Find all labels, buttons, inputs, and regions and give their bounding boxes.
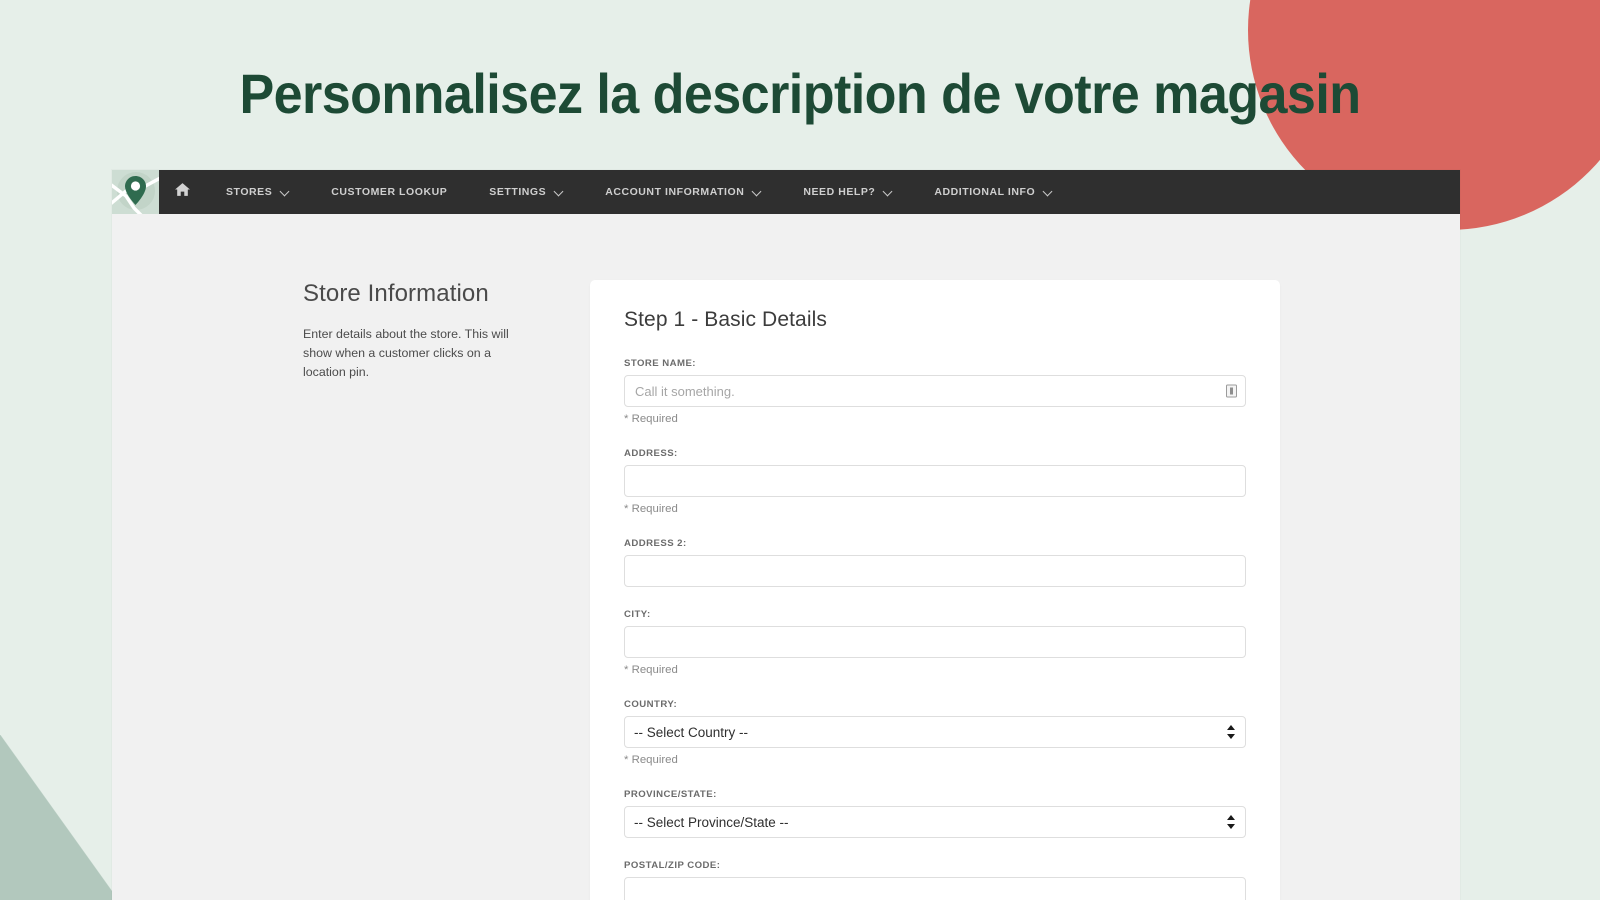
- nav-item-label: ADDITIONAL INFO: [934, 186, 1036, 198]
- field-label-postal-zip-code: POSTAL/ZIP CODE:: [624, 860, 721, 871]
- nav-home-button[interactable]: [159, 170, 205, 214]
- required-note-country: * Required: [624, 754, 678, 766]
- field-label-address-2: ADDRESS 2:: [624, 538, 687, 549]
- required-note-store-name: * Required: [624, 413, 678, 425]
- nav-item-customer-lookup[interactable]: CUSTOMER LOOKUP: [310, 170, 468, 214]
- nav-item-stores[interactable]: STORES: [205, 170, 310, 214]
- required-note-city: * Required: [624, 664, 678, 676]
- field-label-country: COUNTRY:: [624, 699, 678, 710]
- field-address-2: ADDRESS 2:: [624, 538, 1246, 587]
- nav-item-need-help[interactable]: NEED HELP?: [782, 170, 913, 214]
- field-address: ADDRESS: * Required: [624, 448, 1246, 516]
- store-name-input[interactable]: [624, 375, 1246, 407]
- nav-item-label: CUSTOMER LOOKUP: [331, 186, 448, 198]
- address-2-input[interactable]: [624, 555, 1246, 587]
- home-icon: [174, 181, 191, 203]
- page-title: Personnalisez la description de votre ma…: [239, 62, 1361, 125]
- sidebar-title: Store Information: [303, 280, 489, 307]
- decorative-triangle-bottom-left: [0, 735, 118, 900]
- nav-items: STORES CUSTOMER LOOKUP SETTINGS ACCOUNT …: [205, 170, 1073, 214]
- country-select[interactable]: -- Select Country --: [624, 716, 1246, 748]
- autofill-icon[interactable]: [1226, 384, 1237, 398]
- chevron-down-icon: [555, 187, 563, 195]
- chevron-down-icon: [884, 187, 892, 195]
- province-state-select[interactable]: -- Select Province/State --: [624, 806, 1246, 838]
- required-note-address: * Required: [624, 503, 678, 515]
- postal-zip-code-input[interactable]: [624, 877, 1246, 900]
- address-input[interactable]: [624, 465, 1246, 497]
- form-card-title: Step 1 - Basic Details: [624, 308, 827, 331]
- field-postal-zip-code: POSTAL/ZIP CODE:: [624, 860, 1246, 900]
- nav-item-additional-info[interactable]: ADDITIONAL INFO: [913, 170, 1073, 214]
- chevron-down-icon: [753, 187, 761, 195]
- nav-item-label: SETTINGS: [489, 186, 547, 198]
- nav-item-label: STORES: [226, 186, 273, 198]
- app-screenshot-panel: STORES CUSTOMER LOOKUP SETTINGS ACCOUNT …: [112, 170, 1460, 900]
- sidebar-description-column: Store Information Enter details about th…: [112, 214, 590, 900]
- field-label-address: ADDRESS:: [624, 448, 678, 459]
- field-city: CITY: * Required: [624, 609, 1246, 677]
- field-country: COUNTRY: -- Select Country -- * Required: [624, 699, 1246, 767]
- page-body: Store Information Enter details about th…: [112, 214, 1460, 900]
- nav-item-settings[interactable]: SETTINGS: [468, 170, 584, 214]
- nav-item-label: NEED HELP?: [803, 186, 876, 198]
- chevron-down-icon: [281, 187, 289, 195]
- field-province-state: PROVINCE/STATE: -- Select Province/State…: [624, 789, 1246, 838]
- field-label-province-state: PROVINCE/STATE:: [624, 789, 717, 800]
- field-label-store-name: STORE NAME:: [624, 358, 696, 369]
- sidebar-description: Enter details about the store. This will…: [303, 327, 509, 379]
- city-input[interactable]: [624, 626, 1246, 658]
- top-navigation-bar: STORES CUSTOMER LOOKUP SETTINGS ACCOUNT …: [112, 170, 1460, 214]
- basic-details-form-card: Step 1 - Basic Details STORE NAME: * Req…: [590, 280, 1280, 900]
- nav-item-account-information[interactable]: ACCOUNT INFORMATION: [584, 170, 782, 214]
- chevron-down-icon: [1044, 187, 1052, 195]
- map-pin-logo-icon[interactable]: [112, 170, 159, 214]
- field-label-city: CITY:: [624, 609, 651, 620]
- nav-item-label: ACCOUNT INFORMATION: [605, 186, 745, 198]
- field-store-name: STORE NAME: * Required: [624, 358, 1246, 426]
